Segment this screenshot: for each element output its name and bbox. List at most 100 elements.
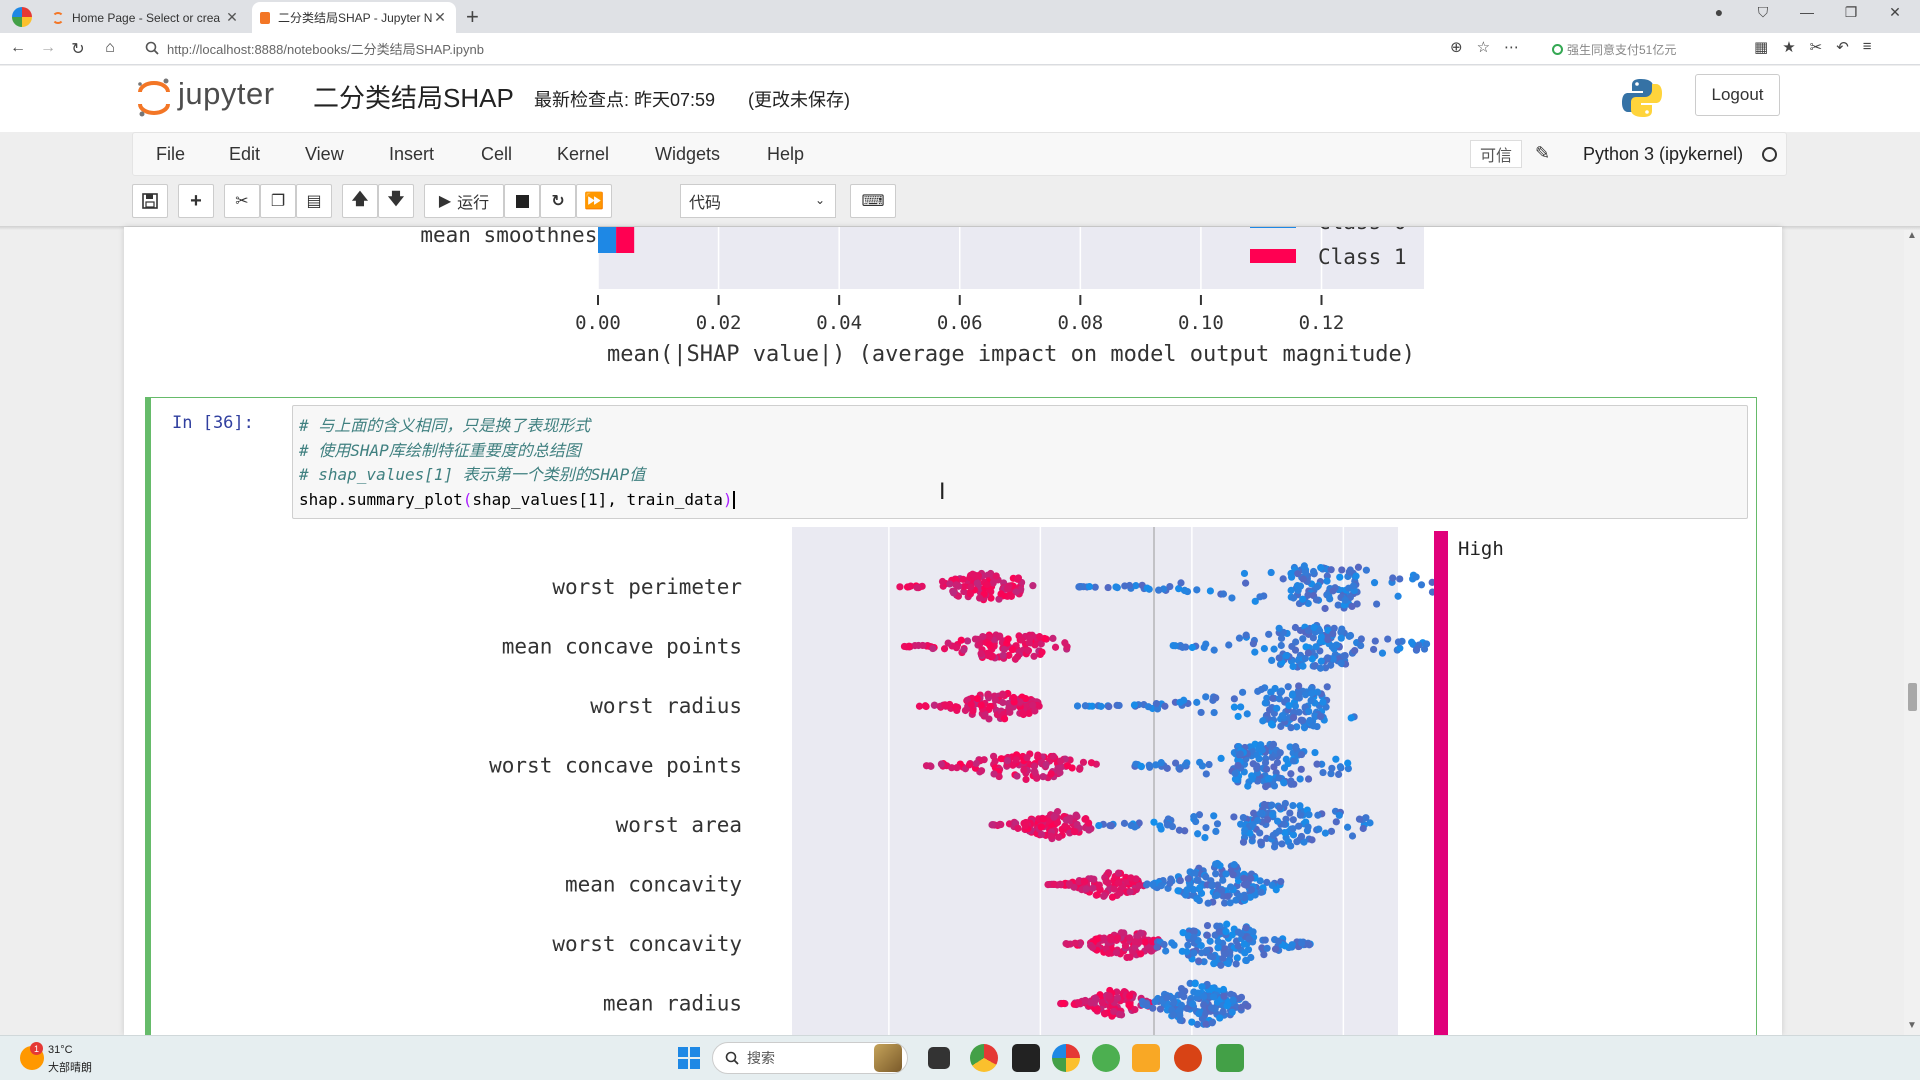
menu-file[interactable]: File <box>156 144 185 165</box>
browser-logo-icon[interactable] <box>12 7 32 27</box>
undo-icon[interactable]: ↶ <box>1836 38 1849 56</box>
menu-help[interactable]: Help <box>767 144 804 165</box>
tab-close-icon[interactable]: ✕ <box>224 9 240 26</box>
wechat-app-icon[interactable] <box>1092 1044 1120 1072</box>
command-palette-button[interactable]: ⌨ <box>850 184 896 218</box>
notebook-title[interactable]: 二分类结局SHAP <box>313 78 514 115</box>
shap-point <box>1066 814 1074 822</box>
shirt-icon[interactable]: ⛉ <box>1754 4 1772 21</box>
save-button[interactable] <box>132 184 168 218</box>
tab-close-icon[interactable]: ✕ <box>432 9 448 26</box>
zoom-icon[interactable]: ⊕ <box>1450 38 1463 56</box>
menu-insert[interactable]: Insert <box>389 144 434 165</box>
shap-point <box>929 644 937 653</box>
shap-point <box>1270 843 1279 851</box>
copy-icon: ❐ <box>270 193 286 210</box>
shap-point <box>1014 824 1022 832</box>
weather-description[interactable]: 大部晴朗 <box>48 1059 92 1075</box>
shap-point <box>1161 702 1169 710</box>
terminal-app-icon[interactable] <box>1012 1044 1040 1072</box>
interrupt-button[interactable] <box>504 184 540 218</box>
url-field[interactable]: http://localhost:8888/notebooks/二分类结局SHA… <box>167 39 484 58</box>
shap-point <box>1412 573 1420 581</box>
move-down-button[interactable]: 🡇 <box>378 184 414 218</box>
shap-point <box>983 581 991 589</box>
code-editor[interactable]: # 与上面的含义相同，只是换了表现形式 # 使用SHAP库绘制特征重要度的总结图… <box>292 405 1748 519</box>
start-button[interactable] <box>678 1047 700 1069</box>
shap-point <box>1291 743 1300 751</box>
browser-tab-notebook[interactable]: 二分类结局SHAP - Jupyter N ✕ <box>252 2 456 33</box>
back-icon[interactable]: ← <box>8 39 28 57</box>
shap-point <box>1169 1011 1178 1019</box>
kernel-name[interactable]: Python 3 (ipykernel) <box>1583 144 1743 165</box>
bookmark-star-icon[interactable]: ☆ <box>1477 38 1490 56</box>
shap-point <box>1265 630 1273 638</box>
cut-button[interactable]: ✂ <box>224 184 260 218</box>
apps-grid-icon[interactable]: ▦ <box>1754 38 1768 56</box>
shap-point <box>1121 942 1130 950</box>
more-icon[interactable]: ⋯ <box>1504 38 1519 56</box>
trusted-badge[interactable]: 可信 <box>1470 140 1522 168</box>
reload-icon[interactable]: ↻ <box>68 39 88 59</box>
run-button[interactable]: ▶ 运行 <box>424 184 504 218</box>
powerpoint-app-icon[interactable] <box>1174 1044 1202 1072</box>
shap-point <box>1100 934 1108 942</box>
remote-desktop-icon[interactable] <box>1216 1044 1244 1072</box>
menu-cell[interactable]: Cell <box>481 144 512 165</box>
menu-icon[interactable]: ≡ <box>1863 38 1872 56</box>
file-explorer-icon[interactable] <box>1132 1044 1160 1072</box>
menu-view[interactable]: View <box>305 144 344 165</box>
screenshot-icon[interactable]: ✂ <box>1810 38 1823 56</box>
favorites-icon[interactable]: ★ <box>1782 38 1795 56</box>
widgets-app-icon[interactable] <box>874 1044 902 1072</box>
task-view-icon[interactable] <box>928 1047 950 1069</box>
shap-point <box>1263 765 1271 773</box>
shap-point <box>1082 885 1090 893</box>
menu-edit[interactable]: Edit <box>229 144 260 165</box>
shap-point <box>1151 997 1159 1006</box>
shap-point <box>1012 756 1020 764</box>
menu-widgets[interactable]: Widgets <box>655 144 720 165</box>
home-icon[interactable]: ⌂ <box>100 39 120 57</box>
scroll-up-icon[interactable]: ▲ <box>1907 230 1917 241</box>
shap-point <box>997 590 1005 598</box>
forward-icon[interactable]: → <box>38 39 58 57</box>
browser-app-icon[interactable] <box>1052 1044 1080 1072</box>
restart-run-all-button[interactable]: ⏩ <box>576 184 612 218</box>
checkpoint-status: 最新检查点: 昨天07:59 <box>534 90 716 110</box>
restore-icon[interactable]: ❐ <box>1842 4 1860 21</box>
shap-point <box>1408 638 1416 646</box>
chrome-app-icon[interactable] <box>970 1044 998 1072</box>
paste-button[interactable]: ▤ <box>296 184 332 218</box>
bar-x-axis-label: mean(|SHAP value|) (average impact on mo… <box>607 342 1415 367</box>
scrollbar-thumb[interactable] <box>1908 683 1917 711</box>
shap-point <box>1316 627 1324 635</box>
logout-button[interactable]: Logout <box>1695 74 1780 116</box>
jupyter-logo-icon[interactable] <box>136 76 172 118</box>
shap-point <box>1031 768 1039 777</box>
browser-tab-home[interactable]: Home Page - Select or crea ✕ <box>44 2 248 33</box>
scroll-down-icon[interactable]: ▼ <box>1907 1020 1917 1031</box>
restart-button[interactable]: ↻ <box>540 184 576 218</box>
shap-point <box>1254 687 1262 695</box>
account-icon[interactable]: ● <box>1710 4 1728 21</box>
browser-search-box[interactable]: 强生同意支付51亿元 <box>1552 37 1738 61</box>
jupyter-logo-text[interactable]: jupyter <box>178 76 275 112</box>
tab-title: 二分类结局SHAP - Jupyter N <box>278 11 432 25</box>
notebook-container[interactable]: mean smoothness 0.00 0.02 0.04 0.06 0.08 0.10… <box>124 227 1782 1035</box>
menu-kernel[interactable]: Kernel <box>557 144 609 165</box>
address-actions: ⊕ ☆ ⋯ <box>1450 38 1519 56</box>
minimize-icon[interactable]: — <box>1798 4 1816 21</box>
close-window-icon[interactable]: ✕ <box>1886 4 1904 21</box>
page-scrollbar[interactable]: ▲ ▼ <box>1904 230 1920 1035</box>
shap-point <box>1115 701 1123 710</box>
shap-point <box>1188 1018 1196 1026</box>
insert-cell-button[interactable]: + <box>178 184 214 218</box>
edit-pencil-icon[interactable]: ✎ <box>1535 143 1550 164</box>
copy-button[interactable]: ❐ <box>260 184 296 218</box>
weather-temperature[interactable]: 31°C <box>48 1044 73 1056</box>
move-up-button[interactable]: 🡅 <box>342 184 378 218</box>
new-tab-icon[interactable]: + <box>466 4 479 30</box>
cell-type-select[interactable]: 代码 ⌄ <box>680 184 836 218</box>
shap-point <box>1357 641 1365 650</box>
